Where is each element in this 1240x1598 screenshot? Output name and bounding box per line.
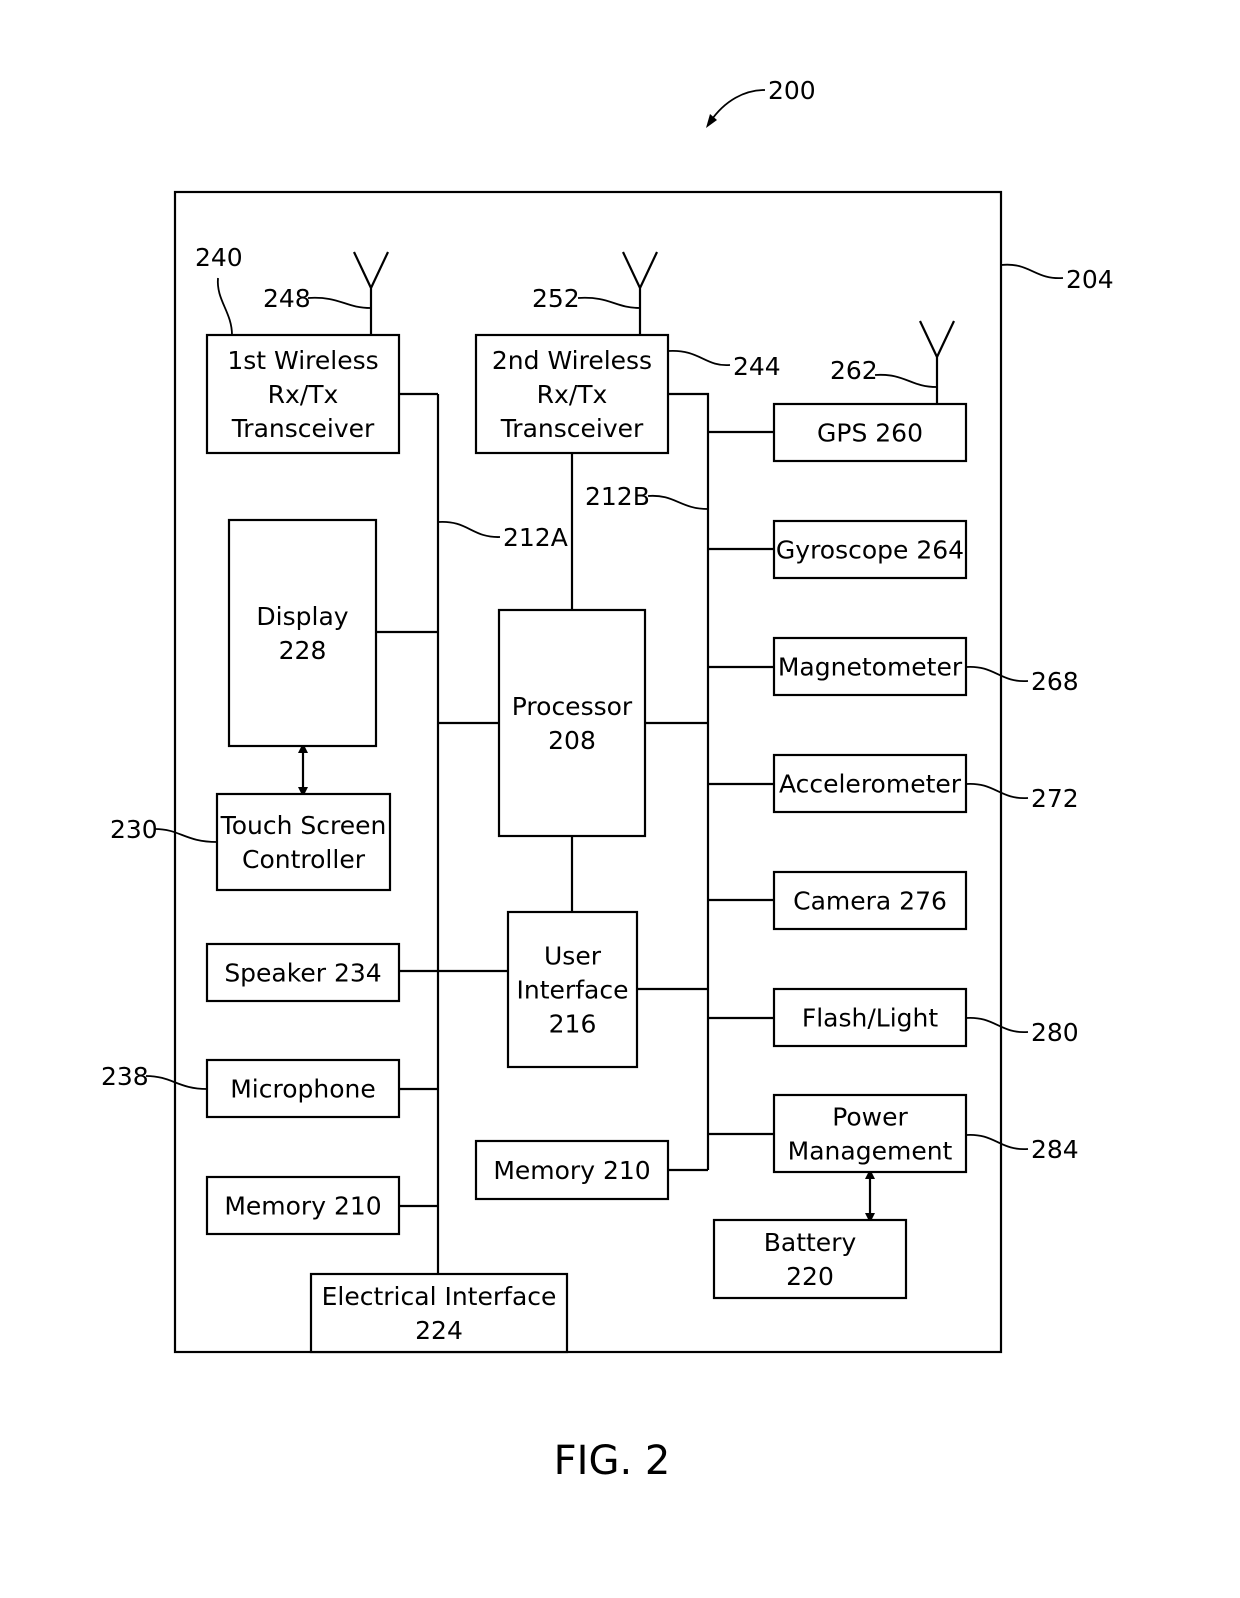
- block-battery: Battery 220: [712, 1218, 908, 1300]
- block-outline: [215, 792, 392, 892]
- block-microphone: Microphone 238: [101, 1058, 401, 1119]
- block-memory-left: Memory 210: [205, 1175, 401, 1236]
- ref-leader: [577, 296, 641, 309]
- antenna-ref-label: 248: [263, 284, 311, 313]
- figure-caption: FIG. 2: [554, 1438, 671, 1484]
- block-label: Processor: [512, 692, 633, 721]
- block-label: Power: [832, 1103, 908, 1132]
- block-diagram: 200 204 1st Wireless Rx/Tx Transceiver 240 2…: [101, 76, 1114, 1484]
- ref-label: 268: [1031, 667, 1079, 696]
- bus-ref-label: 212B: [585, 482, 650, 511]
- block-label: 216: [549, 1010, 597, 1039]
- block-label: Magnetometer: [778, 653, 963, 682]
- system-ref-arrow: [709, 89, 766, 123]
- bus-b: 212B: [585, 482, 709, 511]
- block-label: Gyroscope 264: [776, 536, 964, 565]
- ref-label: 280: [1031, 1018, 1079, 1047]
- antenna-glyph: [353, 251, 389, 335]
- ref-leader: [965, 1134, 1029, 1150]
- block-label: Flash/Light: [802, 1004, 939, 1033]
- ref-label: 230: [110, 815, 158, 844]
- ref-label: 284: [1031, 1135, 1079, 1164]
- block-memory-mid: Memory 210: [474, 1139, 670, 1201]
- block-label: Display: [256, 602, 348, 631]
- block-accelerometer: Accelerometer 272: [772, 753, 1079, 814]
- block-electrical: Electrical Interface 224: [309, 1272, 569, 1354]
- ref-leader: [965, 783, 1029, 799]
- ref-leader: [667, 350, 731, 366]
- ref-leader: [437, 521, 501, 538]
- ref-leader: [965, 666, 1029, 682]
- ref-leader: [307, 296, 372, 309]
- antenna-glyph: [919, 320, 955, 404]
- block-label: Controller: [242, 845, 366, 874]
- block-label: User: [544, 942, 602, 971]
- block-gyroscope: Gyroscope 264: [772, 519, 968, 580]
- antenna-gps-icon: 262: [830, 320, 955, 404]
- block-display: Display 228: [227, 518, 378, 748]
- system-reference: 200: [706, 76, 816, 128]
- block-outline: [227, 518, 378, 748]
- block-label: Touch Screen: [220, 811, 387, 840]
- block-label: 228: [279, 636, 327, 665]
- block-label: Electrical Interface: [322, 1282, 557, 1311]
- blocks: 1st Wireless Rx/Tx Transceiver 240 2nd Wirel…: [101, 243, 1079, 1354]
- block-label: 220: [786, 1262, 834, 1291]
- antenna2-icon: 252: [532, 251, 658, 335]
- block-label: Interface: [517, 976, 629, 1005]
- antenna1-icon: 248: [263, 251, 389, 335]
- system-ref-label: 200: [768, 76, 816, 105]
- bus-wire: [668, 392, 710, 1170]
- block-label: 1st Wireless: [227, 346, 378, 375]
- block-label: Speaker 234: [224, 959, 381, 988]
- block-label: GPS 260: [817, 419, 923, 448]
- block-label: Transceiver: [231, 414, 375, 443]
- block-label: Battery: [764, 1228, 857, 1257]
- block-label: Management: [788, 1137, 953, 1166]
- block-label: Camera 276: [793, 887, 947, 916]
- ref-leader: [874, 373, 938, 388]
- block-wireless1: 1st Wireless Rx/Tx Transceiver 240: [195, 243, 401, 455]
- block-ui: User Interface 216: [506, 910, 639, 1069]
- block-label: Accelerometer: [779, 770, 962, 799]
- block-outline: [497, 608, 647, 838]
- ref-label: 244: [733, 352, 781, 381]
- bus-a: 212A: [437, 521, 568, 552]
- block-magnetometer: Magnetometer 268: [772, 636, 1079, 697]
- block-gps: GPS 260: [772, 402, 968, 463]
- block-flash: Flash/Light 280: [772, 987, 1079, 1048]
- block-wireless2: 2nd Wireless Rx/Tx Transceiver 244: [474, 333, 781, 455]
- block-label: Rx/Tx: [268, 380, 339, 409]
- block-label: Microphone: [230, 1075, 376, 1104]
- bus-ref-label: 212A: [503, 523, 568, 552]
- block-label: 2nd Wireless: [492, 346, 652, 375]
- ref-leader: [965, 1017, 1029, 1033]
- antenna-ref-label: 252: [532, 284, 580, 313]
- block-label: Memory 210: [493, 1156, 650, 1185]
- ref-leader: [647, 495, 709, 510]
- ref-leader: [217, 277, 233, 336]
- ref-leader: [154, 828, 218, 843]
- block-label: 224: [415, 1316, 463, 1345]
- ref-label: 238: [101, 1062, 149, 1091]
- antenna-glyph: [622, 251, 658, 335]
- block-label: Transceiver: [500, 414, 644, 443]
- block-label: Memory 210: [224, 1192, 381, 1221]
- device-ref-label: 204: [1066, 265, 1114, 294]
- block-touch: Touch Screen Controller 230: [110, 792, 392, 892]
- block-label: 208: [548, 726, 596, 755]
- block-label: Rx/Tx: [537, 380, 608, 409]
- ref-leader: [145, 1075, 208, 1090]
- block-speaker: Speaker 234: [205, 942, 401, 1003]
- block-power: Power Management 284: [772, 1093, 1079, 1174]
- ref-label: 240: [195, 243, 243, 272]
- block-camera: Camera 276: [772, 870, 968, 931]
- device-ref-leader: [1000, 263, 1064, 279]
- ref-label: 272: [1031, 784, 1079, 813]
- block-processor: Processor 208: [497, 608, 647, 838]
- antenna-ref-label: 262: [830, 356, 878, 385]
